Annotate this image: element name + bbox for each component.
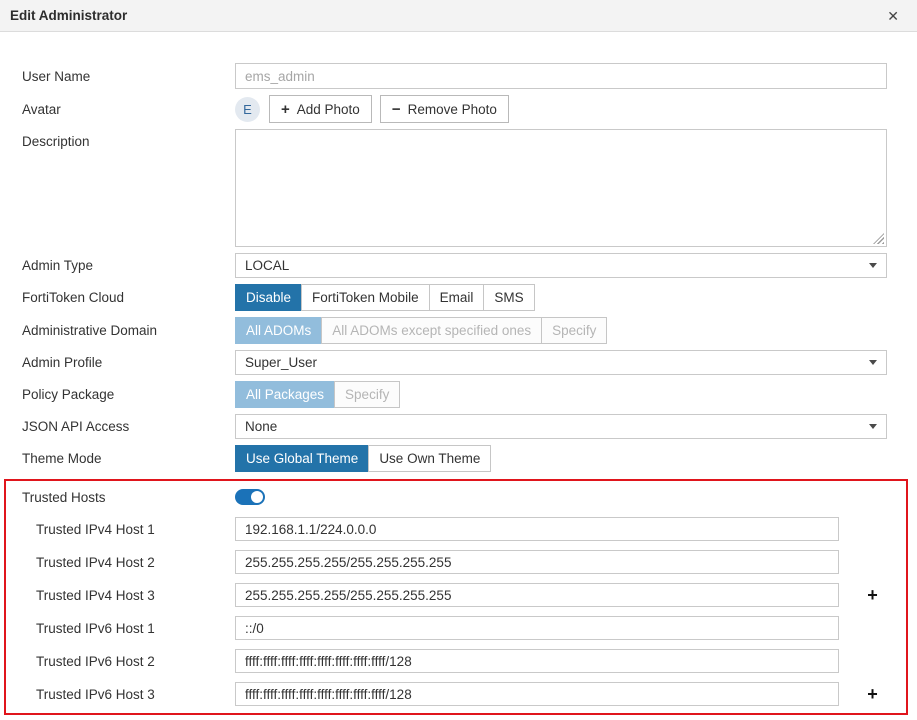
trusted-hosts-label: Trusted Hosts [22,489,106,505]
administrative-domain-segment: All ADOMs All ADOMs except specified one… [235,317,887,344]
dialog-title: Edit Administrator [10,8,128,23]
policy-option-specify: Specify [334,381,401,408]
avatar-label: Avatar [22,101,61,117]
add-photo-button[interactable]: + Add Photo [269,95,372,123]
theme-mode-row: Theme Mode Use Global Theme Use Own Them… [22,445,887,472]
trusted-ipv4-host-2-row: Trusted IPv4 Host 2 [36,550,906,574]
json-api-access-label: JSON API Access [22,419,130,434]
trusted-ipv4-host-1-input[interactable] [235,517,839,541]
admin-type-label: Admin Type [22,258,94,273]
description-textarea[interactable] [235,129,887,247]
trusted-ipv6-host-2-label: Trusted IPv6 Host 2 [36,653,155,669]
trusted-ipv6-host-2-input[interactable] [235,649,839,673]
adom-option-all-adoms: All ADOMs [235,317,323,344]
theme-mode-segment: Use Global Theme Use Own Theme [235,445,887,472]
policy-package-row: Policy Package All Packages Specify [22,381,887,408]
admin-type-row: Admin Type LOCAL [22,253,887,278]
trusted-ipv6-host-2-row: Trusted IPv6 Host 2 [36,649,906,673]
minus-icon: − [391,100,401,118]
edit-administrator-form: User Name Avatar E + Add Photo − Remove … [0,32,917,715]
edit-administrator-dialog: Edit Administrator ✕ User Name Avatar E … [0,0,917,715]
trusted-ipv6-host-3-input[interactable] [235,682,839,706]
trusted-hosts-toggle[interactable] [235,489,265,505]
trusted-ipv6-host-1-label: Trusted IPv6 Host 1 [36,620,155,636]
remove-photo-button[interactable]: − Remove Photo [379,95,509,123]
administrative-domain-row: Administrative Domain All ADOMs All ADOM… [22,317,887,344]
user-name-row: User Name [22,63,887,89]
fortitoken-option-email[interactable]: Email [428,284,485,311]
administrative-domain-label: Administrative Domain [22,323,158,338]
trusted-ipv4-host-3-label: Trusted IPv4 Host 3 [36,587,155,603]
trusted-ipv4-host-2-input[interactable] [235,550,839,574]
fortitoken-option-sms[interactable]: SMS [483,284,535,311]
plus-icon: + [281,100,290,118]
trusted-hosts-highlight-box: Trusted Hosts Trusted IPv4 Host 1 Truste… [4,479,908,715]
trusted-ipv4-host-1-label: Trusted IPv4 Host 1 [36,521,155,537]
user-name-input [235,63,887,89]
policy-package-label: Policy Package [22,387,115,402]
adom-option-specify: Specify [541,317,608,344]
remove-photo-label: Remove Photo [407,101,497,117]
dialog-header: Edit Administrator ✕ [0,0,917,32]
trusted-ipv6-host-1-row: Trusted IPv6 Host 1 [36,616,906,640]
add-ipv4-host-icon[interactable]: + [867,586,878,604]
json-api-access-value: None [245,419,278,434]
avatar-row: Avatar E + Add Photo − Remove Photo [22,95,887,123]
theme-mode-label: Theme Mode [22,451,102,466]
description-row: Description [22,129,887,247]
fortitoken-cloud-segment: Disable FortiToken Mobile Email SMS [235,284,887,311]
fortitoken-cloud-label: FortiToken Cloud [22,290,125,305]
admin-profile-value: Super_User [245,355,318,370]
chevron-down-icon [869,424,877,429]
trusted-ipv6-host-1-input[interactable] [235,616,839,640]
trusted-ipv6-host-3-label: Trusted IPv6 Host 3 [36,686,155,702]
admin-type-value: LOCAL [245,258,290,273]
fortitoken-cloud-row: FortiToken Cloud Disable FortiToken Mobi… [22,284,887,311]
admin-type-select[interactable]: LOCAL [235,253,887,278]
adom-option-all-except-specified: All ADOMs except specified ones [321,317,543,344]
admin-profile-select[interactable]: Super_User [235,350,887,375]
chevron-down-icon [869,360,877,365]
add-photo-label: Add Photo [296,101,360,117]
toggle-knob-icon [251,491,263,503]
fortitoken-option-disable[interactable]: Disable [235,284,303,311]
trusted-ipv4-host-2-label: Trusted IPv4 Host 2 [36,554,155,570]
theme-option-use-own-theme[interactable]: Use Own Theme [368,445,492,472]
json-api-access-select[interactable]: None [235,414,887,439]
trusted-ipv6-host-3-row: Trusted IPv6 Host 3 + [36,682,906,706]
chevron-down-icon [869,263,877,268]
json-api-access-row: JSON API Access None [22,414,887,439]
trusted-ipv4-host-3-input[interactable] [235,583,839,607]
close-icon[interactable]: ✕ [887,9,899,23]
trusted-ipv4-host-1-row: Trusted IPv4 Host 1 [36,517,906,541]
description-label: Description [22,134,90,149]
policy-package-segment: All Packages Specify [235,381,887,408]
admin-profile-row: Admin Profile Super_User [22,350,887,375]
avatar: E [235,96,260,122]
admin-profile-label: Admin Profile [22,355,103,370]
theme-option-use-global-theme[interactable]: Use Global Theme [235,445,370,472]
add-ipv6-host-icon[interactable]: + [867,685,878,703]
user-name-label: User Name [22,68,91,84]
trusted-hosts-row: Trusted Hosts [22,489,906,505]
policy-option-all-packages: All Packages [235,381,336,408]
fortitoken-option-fortitoken-mobile[interactable]: FortiToken Mobile [301,284,430,311]
trusted-ipv4-host-3-row: Trusted IPv4 Host 3 + [36,583,906,607]
